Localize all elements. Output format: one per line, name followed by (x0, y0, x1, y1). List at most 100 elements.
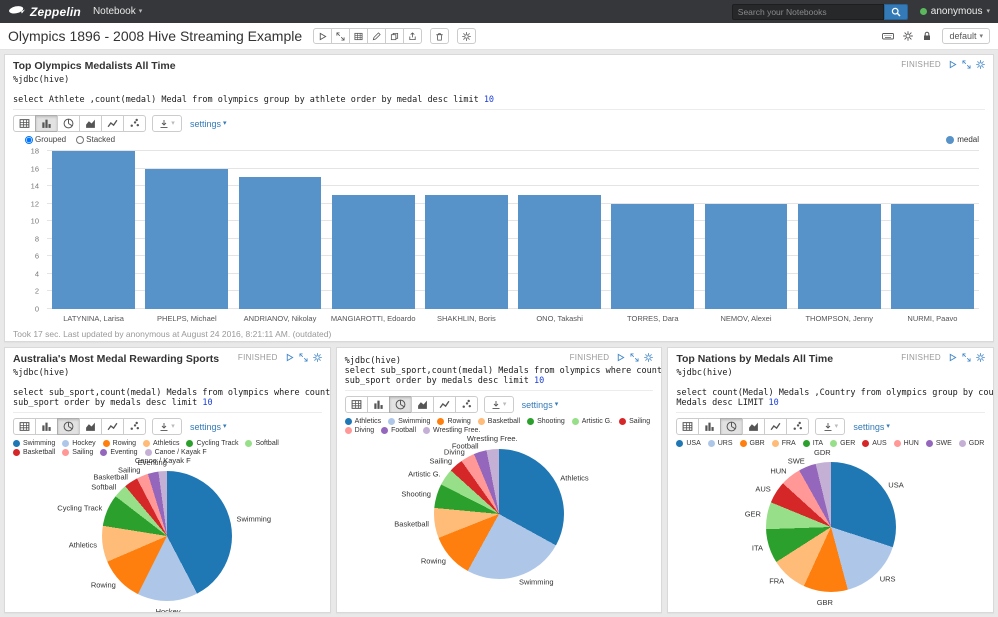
user-menu[interactable]: anonymous ▾ (920, 6, 990, 17)
pie-chart-button[interactable] (57, 115, 80, 132)
legend-item[interactable]: Canoe / Kayak F (145, 449, 207, 456)
run-paragraph-button[interactable] (285, 353, 294, 362)
legend-item[interactable]: Eventing (100, 449, 137, 456)
legend-item[interactable]: HUN (894, 440, 919, 447)
keyboard-shortcuts-button[interactable] (882, 31, 894, 41)
legend-item[interactable]: FRA (772, 440, 796, 447)
area-chart-button[interactable] (411, 396, 434, 413)
legend-item[interactable]: Swimming (13, 440, 55, 447)
expand-paragraph-button[interactable] (630, 353, 639, 362)
expand-paragraph-button[interactable] (962, 353, 971, 362)
search-button[interactable] (884, 4, 908, 20)
code-editor[interactable]: %jdbc(hive) select Athlete ,count(medal)… (13, 72, 985, 110)
legend-item[interactable]: Football (381, 427, 416, 434)
show-hide-output-button[interactable] (349, 28, 368, 44)
legend-item[interactable]: Rowing (437, 418, 470, 425)
legend-item[interactable]: Athletics (345, 418, 381, 425)
download-data-button[interactable]: ▾ (815, 418, 845, 435)
table-view-button[interactable] (13, 115, 36, 132)
clone-note-button[interactable] (385, 28, 404, 44)
run-paragraph-button[interactable] (948, 60, 957, 69)
bar-chart-button[interactable] (367, 396, 390, 413)
settings-link[interactable]: settings▾ (190, 422, 227, 432)
legend-item[interactable]: ITA (803, 440, 823, 447)
legend-item[interactable]: URS (708, 440, 733, 447)
legend-item[interactable]: Shooting (527, 418, 565, 425)
line-chart-button[interactable] (433, 396, 456, 413)
note-permissions-button[interactable] (922, 31, 932, 41)
legend-item[interactable]: USA (676, 440, 700, 447)
code-editor[interactable]: %jdbc(hive) select count(Medal) Medals ,… (676, 365, 985, 413)
legend-item[interactable]: Artistic G. (572, 418, 612, 425)
chart-legend-item[interactable]: medal (946, 135, 979, 144)
grouped-radio-option[interactable]: Grouped (25, 135, 66, 144)
bar-chart-button[interactable] (35, 418, 58, 435)
run-all-paragraphs-button[interactable] (313, 28, 332, 44)
run-paragraph-button[interactable] (616, 353, 625, 362)
paragraph-settings-button[interactable] (644, 353, 653, 362)
note-title[interactable]: Olympics 1896 - 2008 Hive Streaming Exam… (8, 28, 302, 44)
show-hide-code-button[interactable] (331, 28, 350, 44)
code-editor[interactable]: %jdbc(hive) select sub_sport,count(medal… (13, 365, 322, 413)
stacked-radio-option[interactable]: Stacked (76, 135, 115, 144)
pie-chart-button[interactable] (57, 418, 80, 435)
line-chart-button[interactable] (101, 418, 124, 435)
legend-item[interactable]: Diving (345, 427, 374, 434)
interpreter-binding-button[interactable] (903, 31, 913, 41)
scatter-chart-button[interactable] (123, 115, 146, 132)
scatter-chart-button[interactable] (786, 418, 809, 435)
clear-output-button[interactable] (367, 28, 386, 44)
bar-chart-button[interactable] (35, 115, 58, 132)
scatter-chart-button[interactable] (455, 396, 478, 413)
line-chart-button[interactable] (764, 418, 787, 435)
table-view-button[interactable] (345, 396, 368, 413)
download-data-button[interactable]: ▾ (152, 115, 182, 132)
notebook-menu[interactable]: Notebook ▾ (93, 6, 142, 17)
paragraph-settings-button[interactable] (976, 60, 985, 69)
pie-chart-button[interactable] (720, 418, 743, 435)
legend-item[interactable]: GDR (959, 440, 985, 447)
delete-note-button[interactable] (430, 28, 449, 44)
area-chart-button[interactable] (79, 115, 102, 132)
legend-item[interactable]: Softball (245, 440, 278, 447)
legend-item[interactable]: GER (830, 440, 855, 447)
area-chart-button[interactable] (742, 418, 765, 435)
settings-link[interactable]: settings▾ (853, 422, 890, 432)
note-scheduler-button[interactable] (457, 28, 476, 44)
settings-link[interactable]: settings▾ (190, 119, 227, 129)
grouped-radio[interactable] (25, 136, 33, 144)
legend-item[interactable]: SWE (926, 440, 952, 447)
legend-item[interactable]: GBR (740, 440, 765, 447)
legend-item[interactable]: Cycling Track (186, 440, 238, 447)
legend-item[interactable]: Athletics (143, 440, 179, 447)
download-data-button[interactable]: ▾ (484, 396, 514, 413)
legend-item[interactable]: Sailing (62, 449, 93, 456)
expand-paragraph-button[interactable] (962, 60, 971, 69)
legend-item[interactable]: Wrestling Free. (423, 427, 480, 434)
bar-chart-button[interactable] (698, 418, 721, 435)
legend-item[interactable]: Hockey (62, 440, 95, 447)
search-input[interactable] (732, 4, 884, 20)
table-view-button[interactable] (13, 418, 36, 435)
export-note-button[interactable] (403, 28, 422, 44)
legend-item[interactable]: Swimming (388, 418, 430, 425)
stacked-radio[interactable] (76, 136, 84, 144)
area-chart-button[interactable] (79, 418, 102, 435)
legend-item[interactable]: Sailing (619, 418, 650, 425)
zeppelin-brand[interactable]: Zeppelin (8, 4, 81, 20)
expand-paragraph-button[interactable] (299, 353, 308, 362)
run-paragraph-button[interactable] (948, 353, 957, 362)
table-view-button[interactable] (676, 418, 699, 435)
paragraph-settings-button[interactable] (313, 353, 322, 362)
legend-item[interactable]: AUS (862, 440, 886, 447)
line-chart-button[interactable] (101, 115, 124, 132)
settings-link[interactable]: settings▾ (522, 400, 559, 410)
pie-chart-button[interactable] (389, 396, 412, 413)
legend-item[interactable]: Basketball (478, 418, 520, 425)
scatter-chart-button[interactable] (123, 418, 146, 435)
legend-item[interactable]: Rowing (103, 440, 136, 447)
view-mode-select[interactable]: default ▾ (942, 28, 990, 44)
download-data-button[interactable]: ▾ (152, 418, 182, 435)
legend-item[interactable]: Basketball (13, 449, 55, 456)
paragraph-settings-button[interactable] (976, 353, 985, 362)
